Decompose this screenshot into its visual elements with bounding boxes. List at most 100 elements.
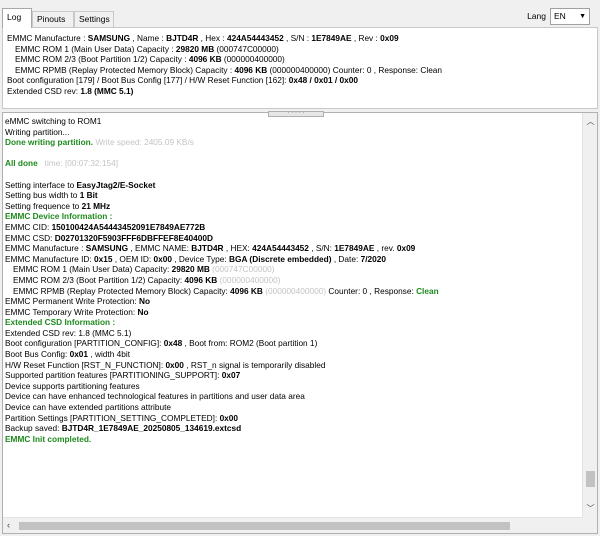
summary-value: 29820 MB <box>175 43 215 54</box>
summary-label: EMMC Manufacture : <box>7 33 88 43</box>
log-text: EMMC Manufacture ID: <box>5 253 94 264</box>
tab-log[interactable]: Log <box>2 8 32 28</box>
horizontal-scrollbar[interactable]: ‹ › <box>3 517 593 533</box>
horizontal-scroll-thumb[interactable] <box>19 522 510 530</box>
log-text: EMMC Temporary Write Protection: <box>5 306 138 317</box>
summary-label: (000000400000) Counter: 0 , Response: Cl… <box>267 64 443 75</box>
summary-value: 4096 KB <box>188 54 222 64</box>
log-text: , rev. <box>374 243 397 254</box>
log-line: Supported partition features [PARTITIONI… <box>5 370 581 381</box>
summary-label: (000000400000) <box>221 54 285 64</box>
chevron-down-icon[interactable]: ﹀ <box>583 503 598 514</box>
log-line: Extended CSD Information : <box>5 317 581 328</box>
log-value: 0x09 <box>396 243 416 254</box>
log-text: EMMC Permanent Write Protection: <box>5 296 140 307</box>
log-line: EMMC ROM 2/3 (Boot Partition 1/2) Capaci… <box>5 275 581 286</box>
log-value: No <box>139 296 151 307</box>
log-text: EMMC CSD: <box>5 232 55 243</box>
log-text: Boot configuration [PARTITION_CONFIG]: <box>5 338 164 349</box>
log-line: All done time: [00:07:32:154] <box>5 158 581 169</box>
log-text: EMMC CID: <box>5 221 52 232</box>
log-value: BGA (Discrete embedded) <box>229 253 332 264</box>
summary-line-rom23: EMMC ROM 2/3 (Boot Partition 1/2) Capaci… <box>7 54 593 65</box>
language-label: Lang <box>527 11 546 21</box>
log-text: H/W Reset Function [RST_N_FUNCTION]: <box>5 359 166 370</box>
log-text: Partition Settings [PARTITION_SETTING_CO… <box>5 412 220 423</box>
log-value: 150100424A54443452091E7849AE772B <box>51 221 206 232</box>
chevron-up-icon[interactable]: ︿ <box>583 116 598 127</box>
log-value: 0x00 <box>219 412 239 423</box>
summary-line-csd-rev: Extended CSD rev: 1.8 (MMC 5.1) <box>7 86 593 97</box>
log-line: eMMC switching to ROM1 <box>5 116 581 127</box>
log-text: Setting interface to <box>5 179 77 190</box>
log-value: 21 MHz <box>81 200 111 211</box>
log-line: Device can have enhanced technological f… <box>5 391 581 402</box>
log-text: EMMC Manufacture : <box>5 243 86 254</box>
log-success-text: All done <box>5 158 38 169</box>
log-section-heading: EMMC Device Information : <box>5 211 113 222</box>
log-text: EMMC ROM 1 (Main User Data) Capacity: <box>13 264 172 275</box>
log-time-text: time: [00:07:32:154] <box>44 158 118 169</box>
tab-pinouts[interactable]: Pinouts <box>32 11 74 27</box>
chevron-down-icon: ▼ <box>579 13 586 20</box>
summary-label: EMMC ROM 1 (Main User Data) Capacity : <box>15 43 176 54</box>
summary-label: Extended CSD rev: <box>7 85 81 96</box>
log-text: Setting frequence to <box>5 200 82 211</box>
summary-label: , S/N : <box>283 33 312 43</box>
log-text: , HEX: <box>223 243 253 254</box>
log-text: Counter: 0 , Response: <box>326 285 417 296</box>
log-status-clean: Clean <box>416 285 439 296</box>
log-value: 0x00 <box>165 359 184 370</box>
log-value: 424A54443452 <box>252 243 309 254</box>
log-text: , OEM ID: <box>112 253 154 264</box>
log-line: EMMC Manufacture ID: 0x15 , OEM ID: 0x00… <box>5 254 581 265</box>
log-blank-line <box>5 169 581 180</box>
log-line: Device can have extended partitions attr… <box>5 402 581 413</box>
log-text: , Boot from: ROM2 (Boot partition 1) <box>182 338 318 349</box>
chevron-left-icon[interactable]: ‹ <box>7 520 10 530</box>
log-value: D02701320F5903FFF6DBFFEF8E40400D <box>54 232 213 243</box>
log-text: EMMC RPMB (Replay Protected Memory Block… <box>13 285 231 296</box>
summary-label: EMMC ROM 2/3 (Boot Partition 1/2) Capaci… <box>15 54 189 64</box>
summary-manufacturer: SAMSUNG <box>87 33 131 43</box>
tab-settings[interactable]: Settings <box>74 11 114 27</box>
summary-label: EMMC RPMB (Replay Protected Memory Block… <box>15 64 235 75</box>
log-line: EMMC ROM 1 (Main User Data) Capacity: 29… <box>5 264 581 275</box>
grip-dots-icon[interactable]: · · · · · <box>268 110 324 117</box>
summary-label: (000747C00000) <box>214 43 279 54</box>
log-value: 1E7849AE <box>334 243 375 254</box>
vertical-scroll-thumb[interactable] <box>586 471 595 487</box>
language-selector: Lang EN ▼ <box>510 8 590 26</box>
log-line: EMMC CID: 150100424A54443452091E7849AE77… <box>5 222 581 233</box>
log-line: EMMC Manufacture : SAMSUNG , EMMC NAME: … <box>5 243 581 254</box>
summary-value: 1.8 (MMC 5.1) <box>80 85 134 96</box>
log-content[interactable]: eMMC switching to ROM1 Writing partition… <box>5 116 581 517</box>
log-line: Setting interface to EasyJtag2/E-Socket <box>5 180 581 191</box>
log-line: Setting bus width to 1 Bit <box>5 190 581 201</box>
log-success-text: EMMC Init completed. <box>5 433 92 444</box>
summary-line-rom1: EMMC ROM 1 (Main User Data) Capacity : 2… <box>7 44 593 55</box>
log-text: , width 4bit <box>88 349 131 360</box>
log-value: 0x07 <box>221 370 241 381</box>
summary-label: , Hex : <box>198 33 227 43</box>
device-summary-panel: EMMC Manufacture : SAMSUNG , Name : BJTD… <box>2 27 598 109</box>
language-value: EN <box>554 11 566 21</box>
language-dropdown[interactable]: EN ▼ <box>550 8 590 25</box>
log-text: eMMC switching to ROM1 <box>5 116 102 126</box>
summary-rev: 0x09 <box>380 33 399 43</box>
log-line: EMMC Temporary Write Protection: No <box>5 307 581 318</box>
log-line: Boot Bus Config: 0x01 , width 4bit <box>5 349 581 360</box>
log-text: Extended CSD rev: 1.8 (MMC 5.1) <box>5 327 132 338</box>
log-value: 0x01 <box>69 349 89 360</box>
log-text: Supported partition features [PARTITIONI… <box>5 370 222 381</box>
log-hex-text: (000747C00000) <box>209 264 275 275</box>
log-success-text: Done writing partition. <box>5 137 94 148</box>
vertical-scrollbar[interactable]: ︿ ﹀ <box>582 113 597 517</box>
log-value: 7/2020 <box>360 253 386 264</box>
log-text: Backup saved: <box>5 423 62 434</box>
log-value: 0x00 <box>153 253 172 264</box>
log-line: Writing partition... <box>5 127 581 138</box>
summary-line-boot-config: Boot configuration [179] / Boot Bus Conf… <box>7 75 593 86</box>
log-panel[interactable]: eMMC switching to ROM1 Writing partition… <box>2 112 598 534</box>
log-hex-text: (000000400000) <box>262 285 327 296</box>
